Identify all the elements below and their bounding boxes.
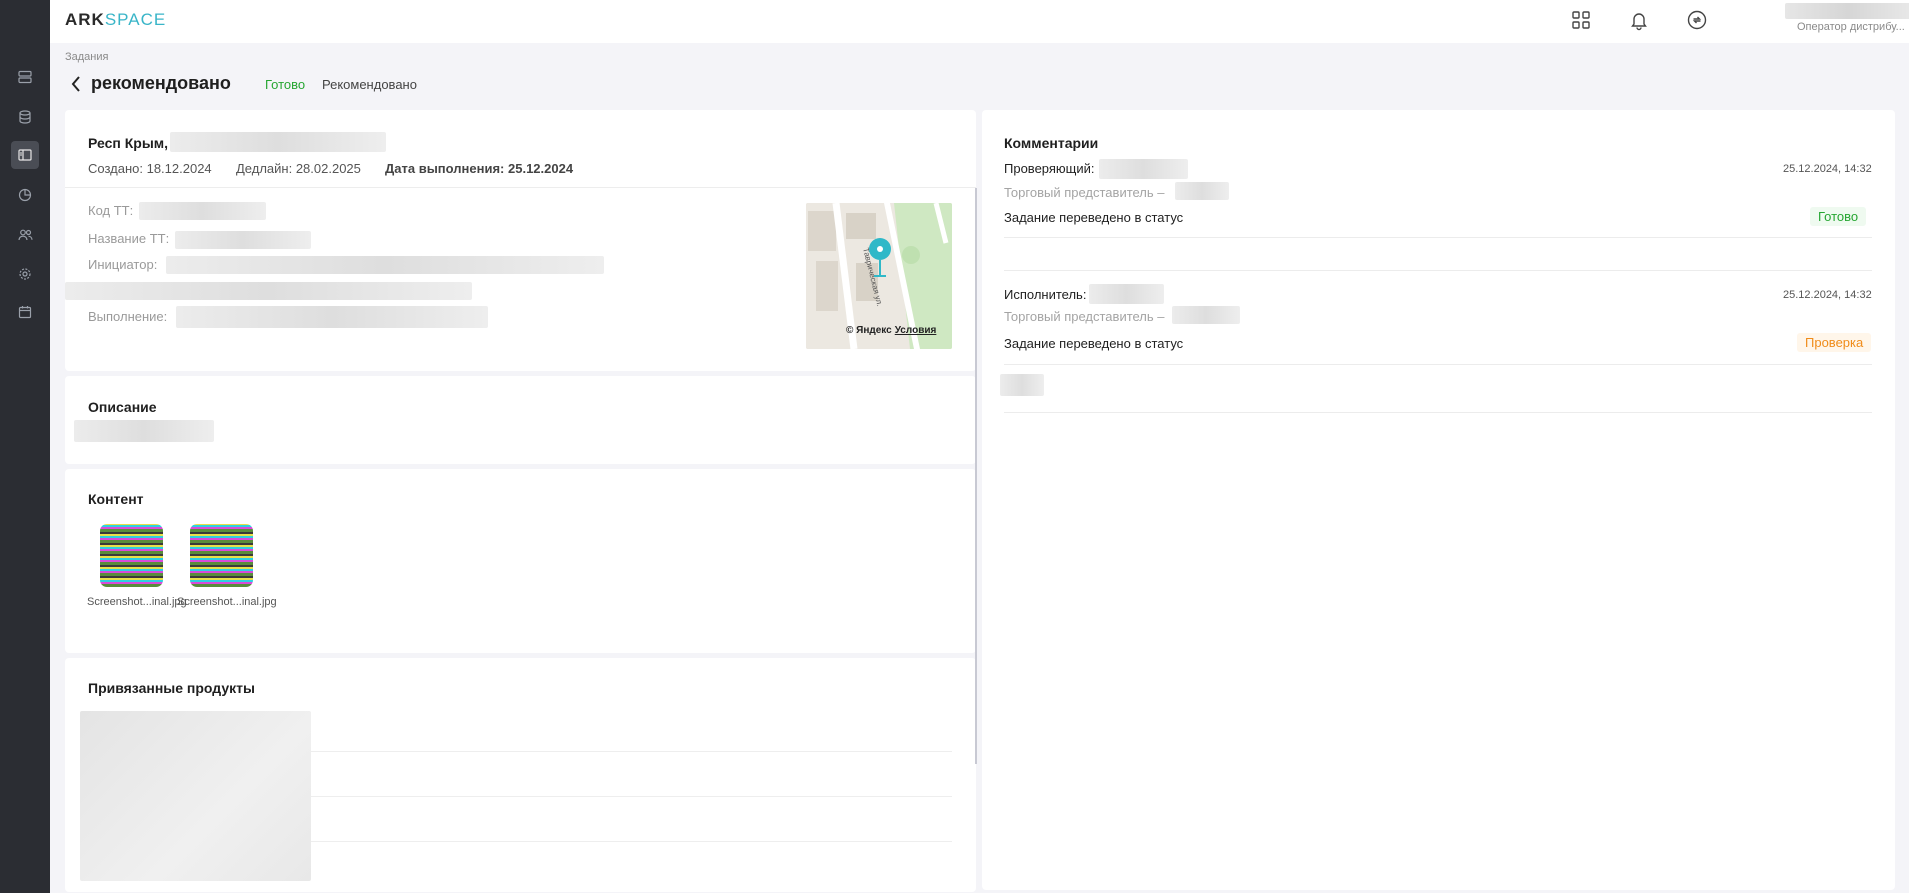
user-role: Оператор дистрибу...	[1797, 21, 1905, 33]
layout-icon	[18, 149, 32, 161]
field-execution-label: Выполнение:	[88, 309, 168, 324]
content-file-name[interactable]: Screenshot...inal.jpg	[87, 595, 187, 609]
divider	[311, 796, 952, 797]
comment-attachment-redacted	[1000, 374, 1044, 396]
calendar-icon	[18, 306, 32, 319]
map-credit[interactable]: © Яндекс Условия	[846, 325, 936, 336]
apps-button[interactable]	[1570, 9, 1592, 31]
location-map[interactable]: Таврическая ул. © Яндекс Условия	[806, 203, 952, 349]
comment-date: 25.12.2024, 14:32	[1783, 163, 1872, 175]
scrollbar[interactable]	[975, 188, 977, 764]
content-title: Контент	[88, 491, 144, 507]
field-name-value	[175, 231, 311, 249]
users-icon	[17, 229, 33, 241]
status-badge: Проверка	[1797, 333, 1872, 352]
logo[interactable]: ARKSPACE	[65, 10, 166, 30]
tab-recommended[interactable]: Рекомендовано	[322, 77, 417, 92]
description-text-redacted	[74, 420, 214, 442]
sidebar-item-calendar[interactable]	[11, 298, 39, 326]
product-image-redacted	[80, 711, 311, 881]
divider	[311, 751, 952, 752]
content-thumbnail[interactable]	[100, 524, 163, 587]
field-code-value	[139, 202, 266, 220]
divider	[1004, 237, 1872, 238]
created-date: Создано: 18.12.2024	[88, 161, 212, 176]
field-execution-value	[176, 306, 488, 328]
gear-icon	[19, 268, 31, 280]
deadline-date: Дедлайн: 28.02.2025	[236, 161, 361, 176]
comment-author-redacted	[1099, 159, 1188, 179]
field-initiator-value	[166, 256, 604, 274]
comments-title: Комментарии	[1004, 135, 1099, 151]
content-file-name[interactable]: Screenshot...inal.jpg	[177, 595, 277, 609]
sidebar-item-tasks[interactable]	[11, 141, 39, 169]
comment-rep-redacted	[1175, 182, 1229, 200]
comment-subtitle: Торговый представитель –	[1004, 309, 1165, 324]
server-icon	[18, 70, 32, 84]
bell-icon	[1631, 13, 1647, 31]
field-code-label: Код ТТ:	[88, 203, 134, 218]
comment-author-redacted	[1089, 284, 1164, 304]
address-redacted	[170, 132, 386, 152]
sidebar-item-database[interactable]	[11, 103, 39, 131]
divider	[1004, 270, 1872, 271]
user-menu[interactable]: Оператор дистрибу...	[1785, 2, 1909, 38]
sync-icon	[1687, 10, 1707, 30]
back-arrow-icon[interactable]	[70, 75, 82, 93]
sync-button[interactable]	[1686, 9, 1708, 31]
tab-ready[interactable]: Готово	[265, 77, 305, 92]
divider	[1004, 364, 1872, 365]
sidebar-item-users[interactable]	[11, 221, 39, 249]
done-date: Дата выполнения: 25.12.2024	[385, 161, 574, 176]
sidebar-item-analytics[interactable]	[11, 181, 39, 209]
products-title: Привязанные продукты	[88, 680, 255, 696]
field-name-label: Название ТТ:	[88, 231, 170, 246]
database-icon	[19, 110, 31, 124]
sidebar-item-servers[interactable]	[11, 63, 39, 91]
page-title: рекомендовано	[91, 73, 231, 93]
sidebar	[0, 0, 50, 893]
comment-text: Задание переведено в статус	[1004, 210, 1184, 225]
status-badge: Готово	[1810, 207, 1867, 226]
task-region: Респ Крым,	[88, 135, 169, 151]
breadcrumb[interactable]: Задания	[65, 51, 108, 63]
description-title: Описание	[88, 399, 157, 415]
notifications-button[interactable]	[1628, 9, 1650, 31]
comment-role: Исполнитель:	[1004, 287, 1087, 302]
sidebar-item-settings[interactable]	[11, 260, 39, 288]
comment-text: Задание переведено в статус	[1004, 336, 1184, 351]
comment-role: Проверяющий:	[1004, 161, 1095, 176]
grid-icon	[1572, 11, 1590, 29]
pie-chart-icon	[18, 188, 32, 202]
comment-date: 25.12.2024, 14:32	[1783, 289, 1872, 301]
user-name-redacted	[1785, 3, 1909, 19]
divider	[311, 841, 952, 842]
top-bar: ARKSPACE Оператор дистрибу...	[50, 0, 1909, 43]
comment-rep-redacted	[1172, 306, 1240, 324]
field-extra-value	[65, 282, 472, 300]
comment-subtitle: Торговый представитель –	[1004, 185, 1165, 200]
divider	[1004, 412, 1872, 413]
comments-panel	[982, 110, 1895, 890]
content-thumbnail[interactable]	[190, 524, 253, 587]
divider	[65, 187, 976, 188]
field-initiator-label: Инициатор:	[88, 257, 158, 272]
